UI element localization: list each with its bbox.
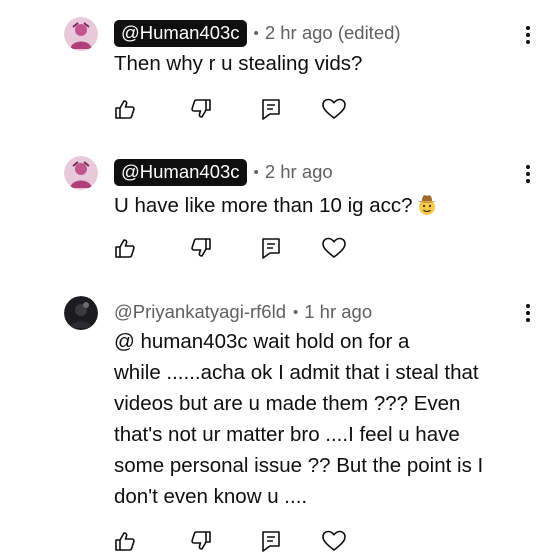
comment-line: videos but are u made them ??? Even <box>114 392 461 415</box>
more-options-icon[interactable] <box>517 24 539 46</box>
meta-separator: • <box>292 303 299 321</box>
heart-icon[interactable] <box>322 237 346 259</box>
comment-line: that's not ur matter bro ....I feel u ha… <box>114 423 460 446</box>
dislike-icon[interactable] <box>190 530 212 552</box>
comment-text: Then why r u stealing vids? <box>114 48 524 79</box>
comment-meta: @Priyankatyagi-rf6ld • 1 hr ago <box>114 298 372 326</box>
dislike-icon[interactable] <box>190 98 212 120</box>
author-handle[interactable]: @Human403c <box>114 19 247 47</box>
author-handle[interactable]: @Human403c <box>114 158 247 186</box>
like-icon[interactable] <box>114 530 136 552</box>
comment-line: Then why r u stealing vids? <box>114 52 363 75</box>
comment-time: 2 hr ago (edited) <box>264 22 401 43</box>
comment-line: some personal issue ?? But the point is … <box>114 454 484 477</box>
meta-separator: • <box>253 24 259 42</box>
like-icon[interactable] <box>114 237 136 259</box>
dislike-icon[interactable] <box>190 237 212 259</box>
avatar[interactable] <box>64 156 98 190</box>
author-handle[interactable]: @Priyankatyagi-rf6ld <box>114 301 286 323</box>
comment-meta: @Human403c • 2 hr ago <box>114 158 333 186</box>
comment-meta: @Human403c • 2 hr ago (edited) <box>114 19 401 47</box>
comment-time: 2 hr ago <box>264 161 333 182</box>
more-options-icon[interactable] <box>517 163 539 185</box>
reply-icon[interactable] <box>260 98 282 120</box>
comment-line: U have like more than 10 ig acc? <box>114 190 524 225</box>
comment-text: U have like more than 10 ig acc? <box>114 190 524 225</box>
meta-separator: • <box>253 163 259 181</box>
comment-text: @ human403c wait hold on for a while ...… <box>114 326 524 512</box>
reply-icon[interactable] <box>260 530 282 552</box>
comment-time: 1 hr ago <box>304 301 373 322</box>
avatar[interactable] <box>64 296 98 330</box>
heart-icon[interactable] <box>322 98 346 120</box>
comment-line: don't even know u .... <box>114 485 308 508</box>
avatar[interactable] <box>64 17 98 51</box>
comment-line: @ human403c wait hold on for a <box>114 330 410 353</box>
comment-line-text: U have like more than 10 ig acc? <box>114 194 413 217</box>
heart-icon[interactable] <box>322 530 346 552</box>
reply-icon[interactable] <box>260 237 282 259</box>
cowboy-face-emoji-icon <box>415 192 439 225</box>
more-options-icon[interactable] <box>517 302 539 324</box>
comment-line: while ......acha ok I admit that i steal… <box>114 361 479 384</box>
like-icon[interactable] <box>114 98 136 120</box>
